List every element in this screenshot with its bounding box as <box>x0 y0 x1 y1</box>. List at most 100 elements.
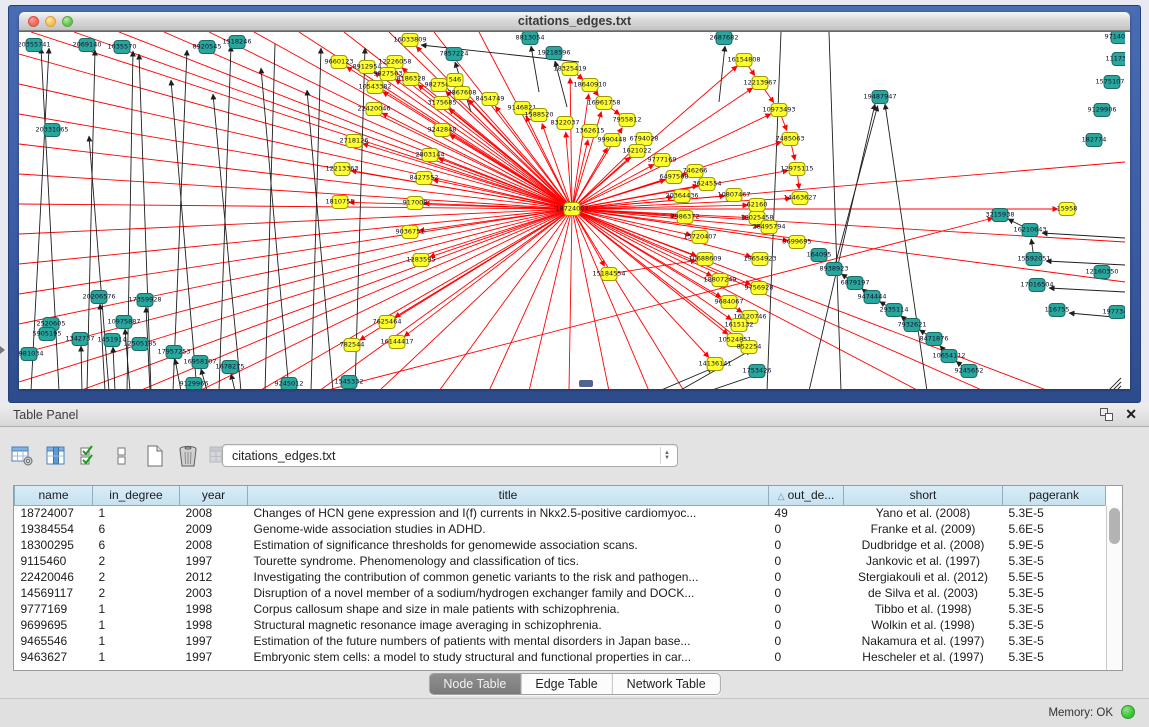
table-cell[interactable]: 9777169 <box>15 601 93 617</box>
table-cell[interactable]: 2009 <box>180 521 248 537</box>
table-cell[interactable]: 5.3E-5 <box>1003 617 1106 633</box>
table-settings-icon[interactable] <box>10 443 36 469</box>
table-cell[interactable]: 5.3E-5 <box>1003 601 1106 617</box>
table-row[interactable]: 946362711997Embryonic stem cells: a mode… <box>15 649 1106 665</box>
table-cell[interactable]: 1998 <box>180 617 248 633</box>
table-cell[interactable]: Genome-wide association studies in ADHD. <box>248 521 769 537</box>
window-titlebar[interactable]: citations_edges.txt <box>19 12 1130 31</box>
column-header-title[interactable]: title <box>248 486 769 505</box>
close-icon[interactable]: ✕ <box>1125 406 1137 423</box>
table-cell[interactable]: 0 <box>769 633 844 649</box>
table-cell[interactable]: 1997 <box>180 649 248 665</box>
table-row[interactable]: 946554611997Estimation of the future num… <box>15 633 1106 649</box>
table-cell[interactable]: 0 <box>769 537 844 553</box>
table-cell[interactable]: 9465546 <box>15 633 93 649</box>
table-cell[interactable]: Tourette syndrome. Phenomenology and cla… <box>248 553 769 569</box>
table-cell[interactable]: Stergiakouli et al. (2012) <box>844 569 1003 585</box>
table-row[interactable]: 977716911998Corpus callosum shape and si… <box>15 601 1106 617</box>
table-cell[interactable]: 0 <box>769 601 844 617</box>
table-cell[interactable]: 19384554 <box>15 521 93 537</box>
float-window-icon[interactable] <box>1100 408 1113 421</box>
memory-ok-indicator[interactable] <box>1121 705 1135 719</box>
table-cell[interactable]: 0 <box>769 617 844 633</box>
table-cell[interactable]: 9699695 <box>15 617 93 633</box>
table-cell[interactable]: 49 <box>769 505 844 521</box>
table-cell[interactable]: 5.5E-5 <box>1003 569 1106 585</box>
table-cell[interactable]: 9463627 <box>15 649 93 665</box>
table-cell[interactable]: 2012 <box>180 569 248 585</box>
table-cell[interactable]: 5.9E-5 <box>1003 537 1106 553</box>
table-row[interactable]: 1456911722003Disruption of a novel membe… <box>15 585 1106 601</box>
table-cell[interactable]: 5.6E-5 <box>1003 521 1106 537</box>
table-cell[interactable]: 1997 <box>180 553 248 569</box>
table-cell[interactable]: 2003 <box>180 585 248 601</box>
tab-edge-table[interactable]: Edge Table <box>521 674 612 694</box>
table-cell[interactable]: 6 <box>93 537 180 553</box>
table-cell[interactable]: Nakamura et al. (1997) <box>844 633 1003 649</box>
table-cell[interactable]: 0 <box>769 585 844 601</box>
table-cell[interactable]: Hescheler et al. (1997) <box>844 649 1003 665</box>
network-canvas[interactable]: 1872400796601238912954122260589827503105… <box>19 32 1130 389</box>
table-cell[interactable]: 5.3E-5 <box>1003 649 1106 665</box>
table-cell[interactable]: 22420046 <box>15 569 93 585</box>
table-cell[interactable]: 1 <box>93 649 180 665</box>
tab-node-table[interactable]: Node Table <box>429 674 521 694</box>
table-cell[interactable]: 1 <box>93 601 180 617</box>
table-cell[interactable]: Wolkin et al. (1998) <box>844 617 1003 633</box>
table-cell[interactable]: 2008 <box>180 537 248 553</box>
pane-collapse-arrow-icon[interactable] <box>0 346 5 354</box>
table-cell[interactable]: Yano et al. (2008) <box>844 505 1003 521</box>
table-cell[interactable]: Estimation of the future numbers of pati… <box>248 633 769 649</box>
table-cell[interactable]: 5.3E-5 <box>1003 633 1106 649</box>
column-header-short[interactable]: short <box>844 486 1003 505</box>
table-cell[interactable]: de Silva et al. (2003) <box>844 585 1003 601</box>
table-cell[interactable]: 2 <box>93 585 180 601</box>
table-cell[interactable]: Tibbo et al. (1998) <box>844 601 1003 617</box>
table-cell[interactable]: 0 <box>769 521 844 537</box>
table-row[interactable]: 1830029562008Estimation of significance … <box>15 537 1106 553</box>
table-cell[interactable]: Embryonic stem cells: a model to study s… <box>248 649 769 665</box>
table-cell[interactable]: 2008 <box>180 505 248 521</box>
table-selector-dropdown[interactable]: citations_edges.txt ▲▼ <box>222 444 678 467</box>
citation-network-graph[interactable]: 1872400796601238912954122260589827503105… <box>19 32 1125 389</box>
table-cell[interactable]: Investigating the contribution of common… <box>248 569 769 585</box>
table-cell[interactable]: Structural magnetic resonance image aver… <box>248 617 769 633</box>
column-header-in-degree[interactable]: in_degree <box>93 486 180 505</box>
table-cell[interactable]: 2 <box>93 569 180 585</box>
tab-network-table[interactable]: Network Table <box>613 674 720 694</box>
column-header-pagerank[interactable]: pagerank <box>1003 486 1106 505</box>
scrollbar-thumb[interactable] <box>1109 508 1120 544</box>
table-cell[interactable]: 9115460 <box>15 553 93 569</box>
table-row[interactable]: 969969511998Structural magnetic resonanc… <box>15 617 1106 633</box>
table-cell[interactable]: Jankovic et al. (1997) <box>844 553 1003 569</box>
table-cell[interactable]: 5.3E-5 <box>1003 505 1106 521</box>
delete-table-icon[interactable] <box>175 443 201 469</box>
table-cell[interactable]: 1 <box>93 633 180 649</box>
splitter-handle[interactable] <box>579 380 593 387</box>
table-cell[interactable]: 18300295 <box>15 537 93 553</box>
vertical-scrollbar[interactable] <box>1106 506 1122 670</box>
table-row[interactable]: 911546021997Tourette syndrome. Phenomeno… <box>15 553 1106 569</box>
table-cell[interactable]: 5.3E-5 <box>1003 585 1106 601</box>
column-header-out-de-[interactable]: △out_de... <box>769 486 844 505</box>
insert-column-icon[interactable] <box>43 443 69 469</box>
table-cell[interactable]: 0 <box>769 569 844 585</box>
table-cell[interactable]: 0 <box>769 649 844 665</box>
table-cell[interactable]: 18724007 <box>15 505 93 521</box>
table-row[interactable]: 2242004622012Investigating the contribut… <box>15 569 1106 585</box>
table-cell[interactable]: Corpus callosum shape and size in male p… <box>248 601 769 617</box>
unselect-all-icon[interactable] <box>109 443 135 469</box>
table-cell[interactable]: Changes of HCN gene expression and I(f) … <box>248 505 769 521</box>
new-table-icon[interactable] <box>142 443 168 469</box>
table-row[interactable]: 1938455462009Genome-wide association stu… <box>15 521 1106 537</box>
table-cell[interactable]: 1 <box>93 505 180 521</box>
table-cell[interactable]: Franke et al. (2009) <box>844 521 1003 537</box>
table-cell[interactable]: Dudbridge et al. (2008) <box>844 537 1003 553</box>
column-header-name[interactable]: name <box>15 486 93 505</box>
table-cell[interactable]: 1 <box>93 617 180 633</box>
table-row[interactable]: 1872400712008Changes of HCN gene express… <box>15 505 1106 521</box>
table-cell[interactable]: 6 <box>93 521 180 537</box>
column-header-year[interactable]: year <box>180 486 248 505</box>
select-all-icon[interactable] <box>76 443 102 469</box>
table-cell[interactable]: 5.3E-5 <box>1003 553 1106 569</box>
